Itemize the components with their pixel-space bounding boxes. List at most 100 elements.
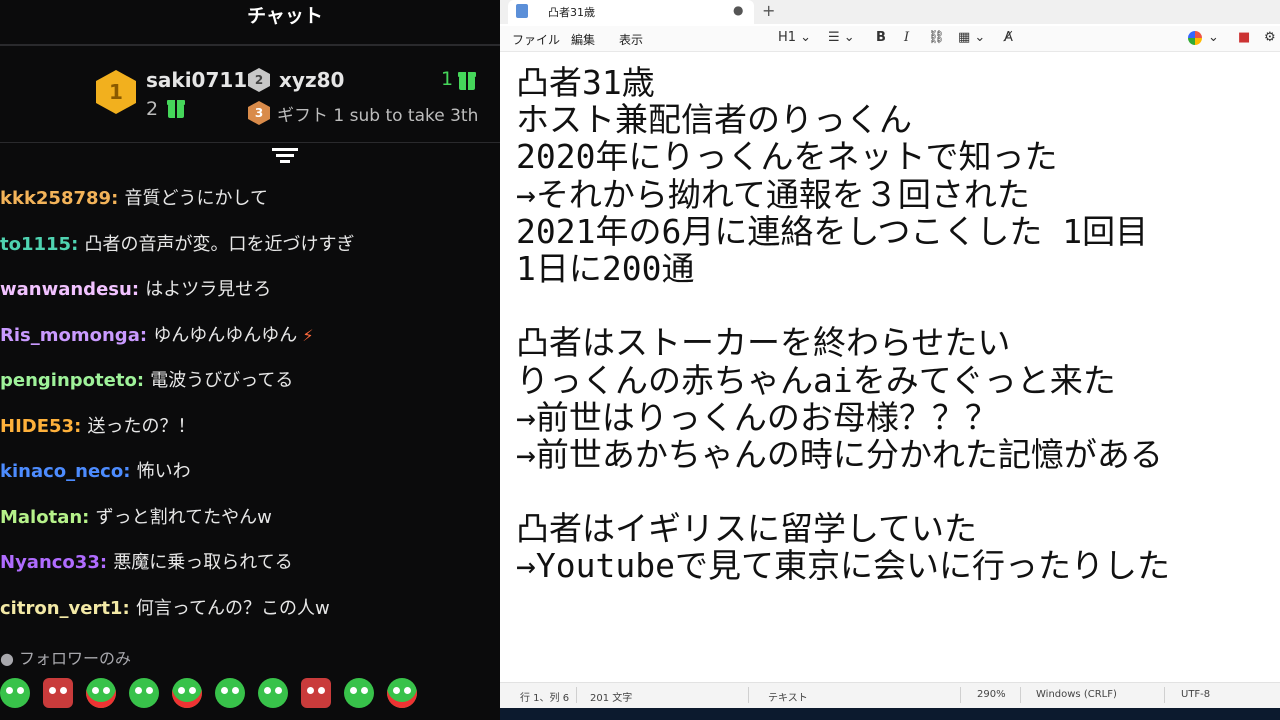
emote-icon[interactable]: [129, 678, 159, 708]
document-line: ホスト兼配信者のりっくん: [516, 100, 912, 140]
document-line: →それから拗れて通報を３回された: [516, 174, 1030, 214]
document-line: 2020年にりっくんをネットで知った: [516, 137, 1058, 177]
emote-icon[interactable]: [172, 678, 202, 708]
chat-text: 悪魔に乗っ取られてる: [113, 552, 293, 573]
chat-username[interactable]: Ris_momonga: [0, 325, 140, 346]
document-line: →前世はりっくんのお母様？？？: [516, 397, 998, 437]
gift-icon: [167, 100, 185, 118]
link-icon[interactable]: ⛓: [928, 30, 945, 45]
taskbar-strip: [500, 708, 1280, 720]
copilot-icon[interactable]: [1188, 31, 1202, 45]
chat-header-divider: [0, 44, 500, 46]
chat-title: チャット: [247, 5, 323, 27]
new-tab-icon[interactable]: +: [762, 1, 775, 20]
emote-icon[interactable]: [215, 678, 245, 708]
emote-bar: [0, 678, 417, 712]
chat-text: 凸者の音声が変。口を近づけすぎ: [84, 233, 355, 255]
chat-username[interactable]: wanwandesu: [0, 279, 132, 300]
chat-text: 怖いわ: [136, 461, 191, 482]
italic-button[interactable]: I: [904, 30, 909, 45]
leaderboard-third-text[interactable]: ギフト 1 sub to take 3th: [277, 101, 478, 126]
clear-format-icon[interactable]: A̸: [1004, 30, 1013, 45]
followers-only-label: フォロワーのみ: [19, 649, 132, 668]
chat-username[interactable]: kkk258789: [0, 188, 111, 209]
menu-edit[interactable]: 編集: [571, 31, 595, 48]
document-icon: [516, 4, 528, 18]
chat-username[interactable]: kinaco_neco: [0, 461, 123, 482]
chat-username[interactable]: penginpoteto: [0, 370, 137, 391]
chat-message: Ris_momonga: ゆんゆんゆんゆん ⚡: [0, 321, 314, 347]
status-bar: 行 1、列 6 201 文字 テキスト 290% Windows (CRLF) …: [500, 682, 1280, 708]
emote-icon[interactable]: [43, 678, 73, 708]
tab-title: 凸者31歳: [548, 6, 595, 19]
chat-text: ずっと割れてたやんw: [95, 506, 272, 528]
chat-username[interactable]: citron_vert1: [0, 598, 122, 619]
emote-icon[interactable]: [387, 678, 417, 708]
rank-2-badge-icon: 2: [248, 68, 270, 92]
status-separator: [748, 687, 749, 703]
status-separator: [1020, 687, 1021, 703]
leaderboard-second-name[interactable]: xyz80: [279, 68, 344, 92]
chat-colon: :: [131, 279, 146, 300]
chat-text: 送ったの？！: [87, 415, 196, 437]
list-dropdown-icon[interactable]: ☰ ⌄: [828, 30, 855, 45]
rank-1-badge-icon: 1: [96, 70, 136, 114]
table-dropdown-icon[interactable]: ▦ ⌄: [958, 30, 985, 45]
document-tab[interactable]: 凸者31歳 ●: [508, 0, 754, 24]
profile-icon[interactable]: ■: [1238, 30, 1250, 45]
unsaved-dot-icon[interactable]: ●: [733, 3, 743, 17]
line-ending[interactable]: Windows (CRLF): [1036, 689, 1117, 700]
chat-username[interactable]: Nyanco33: [0, 552, 100, 573]
chat-text: はよツラ見せろ: [145, 279, 272, 300]
menu-file[interactable]: ファイル: [512, 31, 560, 48]
status-separator: [576, 687, 577, 703]
chat-colon: :: [122, 597, 136, 619]
lightning-emote-icon: ⚡: [297, 325, 314, 345]
chat-message: Nyanco33: 悪魔に乗っ取られてる: [0, 548, 293, 574]
emote-icon[interactable]: [0, 678, 30, 708]
emote-icon[interactable]: [344, 678, 374, 708]
chat-colon: :: [123, 461, 137, 482]
heading-dropdown[interactable]: H1 ⌄: [778, 30, 811, 45]
menu-view[interactable]: 表示: [619, 31, 643, 48]
document-line: →前世あかちゃんの時に分かれた記憶がある: [516, 434, 1163, 474]
document-text-area[interactable]: 凸者31歳 ホスト兼配信者のりっくん 2020年にりっくんをネットで知った →それから…: [516, 64, 1276, 670]
menu-bar: ファイル 編集 表示 H1 ⌄ ☰ ⌄ B I ⛓ ▦ ⌄ A̸ ⌄ ■ ⚙: [500, 26, 1280, 52]
gift-icon: [458, 72, 476, 90]
settings-gear-icon[interactable]: ⚙: [1264, 30, 1276, 45]
chat-text: ゆんゆんゆんゆん: [153, 324, 298, 346]
followers-only-notice: ● フォロワーのみ: [0, 649, 132, 668]
document-line: 凸者31歳: [516, 64, 655, 102]
character-count: 201 文字: [590, 693, 633, 704]
status-separator: [1164, 687, 1165, 703]
emote-icon[interactable]: [258, 678, 288, 708]
chat-username[interactable]: HIDE53: [0, 416, 74, 437]
chat-message: to1115: 凸者の音声が変。口を近づけすぎ: [0, 230, 355, 256]
leaderboard-first-count: 2: [146, 98, 159, 120]
chat-message: penginpoteto: 電波うびびってる: [0, 366, 293, 392]
emote-icon[interactable]: [301, 678, 331, 708]
bold-button[interactable]: B: [876, 30, 886, 45]
document-line: 1日に200通: [516, 248, 695, 288]
emote-icon[interactable]: [86, 678, 116, 708]
collapse-leaderboard-icon[interactable]: [272, 148, 298, 168]
cursor-position: 行 1、列 6: [520, 693, 570, 704]
format-indicator[interactable]: テキスト: [768, 689, 808, 704]
encoding[interactable]: UTF-8: [1181, 689, 1210, 700]
chat-text: 何言ってんの？この人w: [135, 597, 330, 619]
zoom-level[interactable]: 290%: [977, 689, 1006, 700]
chat-panel: チャット 1 saki0711 2 2 xyz80 1 3 ギフト 1 sub …: [0, 0, 500, 720]
copilot-dropdown-icon[interactable]: ⌄: [1208, 30, 1219, 45]
document-line: りっくんの赤ちゃんaiをみてぐっと来た: [516, 360, 1116, 400]
chat-colon: :: [136, 370, 151, 391]
chat-username[interactable]: Malotan: [0, 507, 82, 528]
chat-message: wanwandesu: はよツラ見せろ: [0, 275, 271, 301]
chat-username[interactable]: to1115: [0, 234, 71, 255]
document-line: →Youtubeで見て東京に会いに行ったりした: [516, 546, 1170, 586]
document-line: 凸者はストーカーを終わらせたい: [516, 323, 1011, 363]
leaderboard-first-name[interactable]: saki0711: [146, 68, 247, 92]
chat-message: HIDE53: 送ったの？！: [0, 412, 196, 438]
chat-message: kinaco_neco: 怖いわ: [0, 457, 191, 483]
